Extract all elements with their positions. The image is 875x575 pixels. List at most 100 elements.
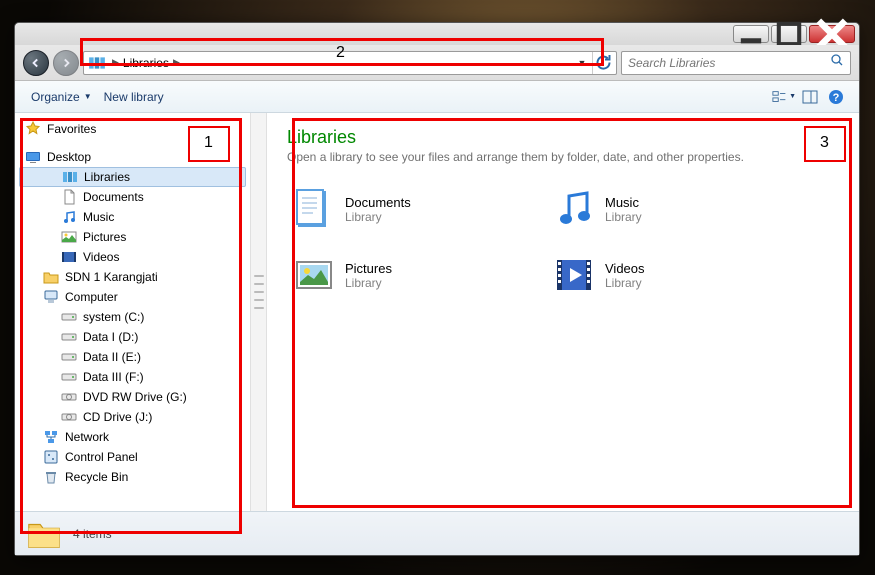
sidebar-item-label: Music [83,210,114,224]
breadcrumb-root[interactable]: Libraries [123,56,169,70]
new-library-button[interactable]: New library [98,87,170,107]
user-folder-icon [43,269,59,285]
star-icon [25,121,41,137]
close-button[interactable] [809,25,855,43]
forward-button[interactable] [53,50,79,76]
picture-icon [61,229,77,245]
crumb-separator-icon: ▶ [169,57,184,68]
library-item-videos[interactable]: VideosLibrary [547,248,777,302]
sidebar-item-label: CD Drive (J:) [83,410,152,424]
status-bar: 4 items [15,511,859,555]
toolbar: Organize ▼ New library ▼ ? [15,81,859,113]
library-type: Library [605,210,642,224]
sidebar-libraries[interactable]: Libraries [19,167,246,187]
search-box[interactable] [621,51,851,75]
annotation-label-3: 3 [820,134,829,152]
vid-library-icon [551,252,597,298]
drive-icon [61,369,77,385]
sidebar-drive-d[interactable]: Data I (D:) [15,327,250,347]
sidebar-drive-c[interactable]: system (C:) [15,307,250,327]
organize-label: Organize [31,90,80,104]
title-bar [15,23,859,45]
page-title: Libraries [287,127,839,148]
video-icon [61,249,77,265]
sidebar-favorites[interactable]: Favorites [15,119,250,139]
drive-icon [61,309,77,325]
sidebar-drive-f[interactable]: Data III (F:) [15,367,250,387]
sidebar-item-label: Data III (F:) [83,370,144,384]
nav-row: ▶ Libraries ▶ ▼ [15,45,859,81]
sidebar-user-folder[interactable]: SDN 1 Karangjati [15,267,250,287]
sidebar-item-label: Data I (D:) [83,330,138,344]
sidebar-control-panel[interactable]: Control Panel [15,447,250,467]
library-item-pictures[interactable]: PicturesLibrary [287,248,517,302]
libraries-icon [88,54,106,72]
crumb-separator-icon: ▶ [108,57,123,68]
sidebar-item-label: SDN 1 Karangjati [65,270,158,284]
view-options-button[interactable]: ▼ [772,85,796,109]
sidebar-item-label: DVD RW Drive (G:) [83,390,187,404]
drive-icon [61,349,77,365]
sidebar-item-label: Control Panel [65,450,138,464]
sidebar-item-label: Data II (E:) [83,350,141,364]
sidebar-drive-j[interactable]: CD Drive (J:) [15,407,250,427]
sidebar-music[interactable]: Music [15,207,250,227]
desktop-icon [25,149,41,165]
navigation-pane[interactable]: Favorites Desktop Libraries Documents Mu… [15,113,251,511]
libraries-icon [62,169,78,185]
maximize-button[interactable] [771,25,807,43]
sidebar-item-label: Documents [83,190,144,204]
library-type: Library [345,276,392,290]
chevron-down-icon: ▼ [84,92,92,101]
sidebar-item-label: Pictures [83,230,126,244]
content-pane: Libraries Open a library to see your fil… [267,113,859,511]
window-body: Favorites Desktop Libraries Documents Mu… [15,113,859,511]
sidebar-item-label: Videos [83,250,119,264]
sidebar-drive-g[interactable]: DVD RW Drive (G:) [15,387,250,407]
sidebar-item-label: Desktop [47,150,91,164]
sidebar-item-label: system (C:) [83,310,144,324]
sidebar-desktop[interactable]: Desktop [15,147,250,167]
network-icon [43,429,59,445]
disc-drive-icon [61,389,77,405]
preview-pane-button[interactable] [798,85,822,109]
organize-menu[interactable]: Organize ▼ [25,87,98,107]
library-type: Library [605,276,645,290]
svg-text:?: ? [833,92,840,104]
splitter[interactable] [251,113,267,511]
computer-icon [43,289,59,305]
sidebar-drive-e[interactable]: Data II (E:) [15,347,250,367]
sidebar-documents[interactable]: Documents [15,187,250,207]
sidebar-pictures[interactable]: Pictures [15,227,250,247]
sidebar-videos[interactable]: Videos [15,247,250,267]
sidebar-recycle-bin[interactable]: Recycle Bin [15,467,250,487]
help-button[interactable]: ? [824,85,848,109]
status-text: 4 items [73,527,112,541]
library-name: Pictures [345,261,392,276]
library-name: Videos [605,261,645,276]
library-item-music[interactable]: MusicLibrary [547,182,777,236]
sidebar-item-label: Libraries [84,170,130,184]
library-name: Music [605,195,642,210]
page-subtitle: Open a library to see your files and arr… [287,150,839,164]
disc-drive-icon [61,409,77,425]
library-item-documents[interactable]: DocumentsLibrary [287,182,517,236]
refresh-button[interactable] [592,52,614,74]
music-icon [61,209,77,225]
sidebar-computer[interactable]: Computer [15,287,250,307]
recycle-bin-icon [43,469,59,485]
address-dropdown-icon[interactable]: ▼ [574,58,590,68]
sidebar-item-label: Recycle Bin [65,470,128,484]
back-button[interactable] [23,50,49,76]
document-icon [61,189,77,205]
annotation-label-2: 2 [336,44,345,62]
search-icon [830,53,844,72]
drive-icon [61,329,77,345]
sidebar-item-label: Network [65,430,109,444]
address-bar[interactable]: ▶ Libraries ▶ ▼ [83,51,617,75]
sidebar-network[interactable]: Network [15,427,250,447]
minimize-button[interactable] [733,25,769,43]
search-input[interactable] [628,56,830,70]
music-library-icon [551,186,597,232]
annotation-label-1: 1 [204,134,213,152]
